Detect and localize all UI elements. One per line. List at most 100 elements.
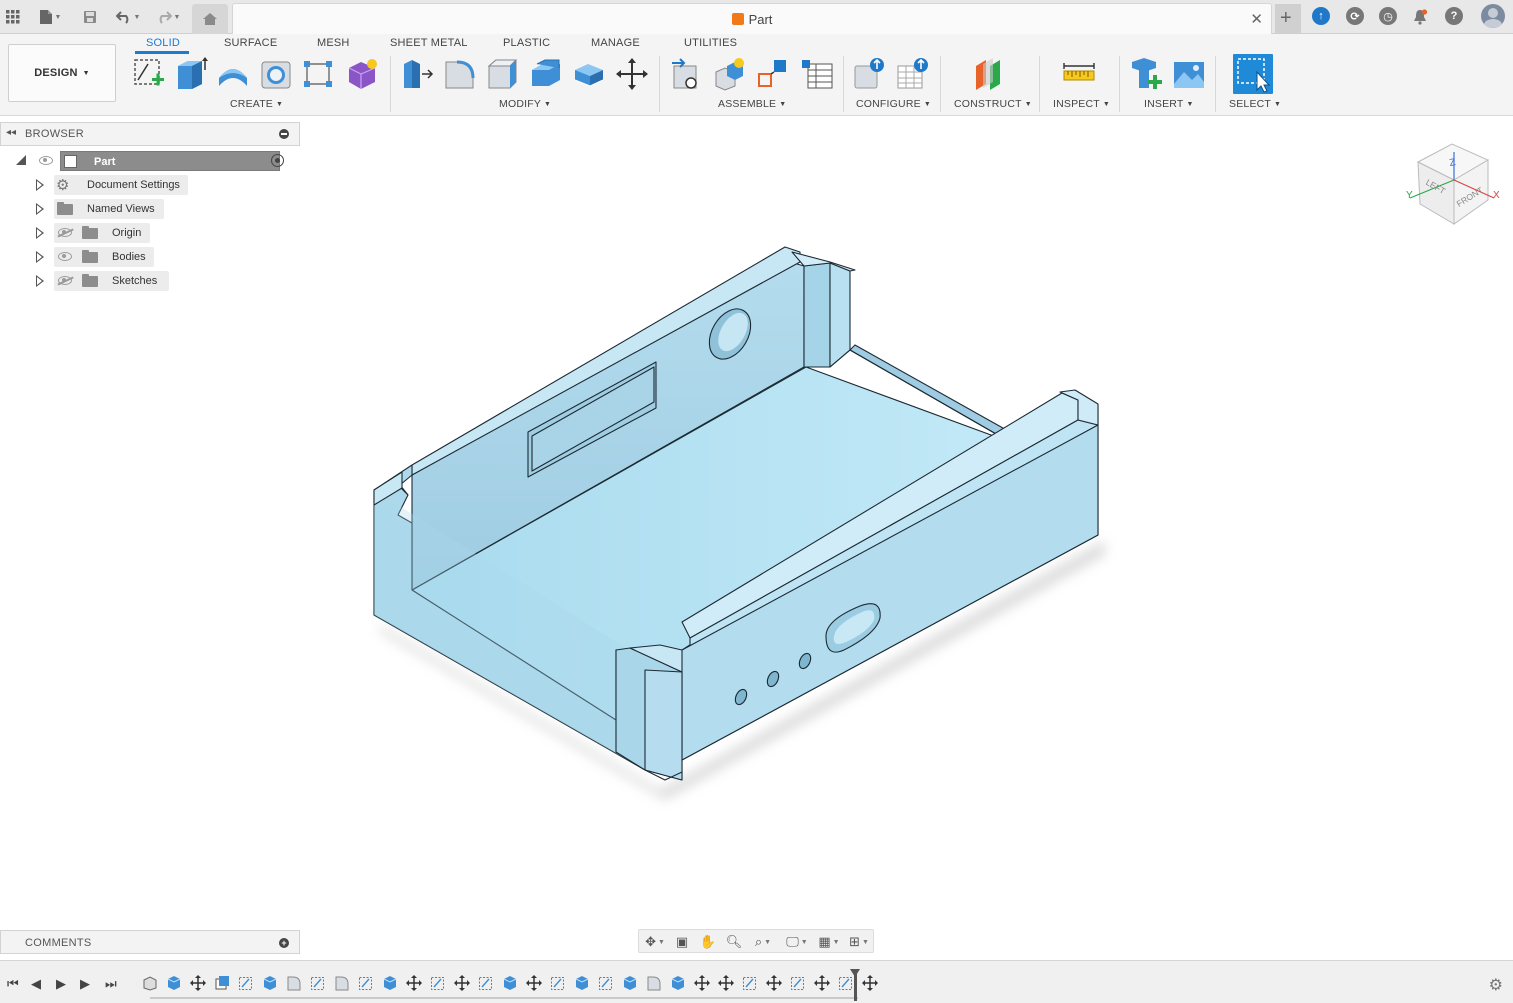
body-feature-icon[interactable] bbox=[502, 975, 518, 991]
configure-menu[interactable]: CONFIGURE ▼ bbox=[856, 98, 931, 110]
step-forward-icon[interactable]: ▶ bbox=[80, 976, 90, 992]
body-feature-icon[interactable] bbox=[262, 975, 278, 991]
sketch-feature-icon[interactable] bbox=[790, 975, 806, 991]
move-feature-icon[interactable] bbox=[766, 975, 782, 991]
help-icon[interactable]: ? bbox=[1445, 7, 1463, 25]
sketch-feature-icon[interactable] bbox=[742, 975, 758, 991]
expanded-triangle-icon[interactable] bbox=[16, 155, 26, 165]
fillet-feature-icon[interactable] bbox=[334, 975, 350, 991]
expand-triangle-icon[interactable] bbox=[36, 227, 44, 239]
extrude-feature-icon[interactable] bbox=[214, 975, 230, 991]
orbit-icon[interactable]: ✥ ▼ bbox=[641, 933, 669, 951]
move-feature-icon[interactable] bbox=[718, 975, 734, 991]
browser-item-document-settings[interactable]: ⚙ Document Settings bbox=[34, 175, 294, 195]
extrude-icon[interactable] bbox=[174, 56, 208, 92]
document-tab[interactable]: Part ✕ bbox=[232, 3, 1272, 34]
insert-menu[interactable]: INSERT ▼ bbox=[1144, 98, 1194, 110]
bill-of-materials-icon[interactable] bbox=[800, 56, 834, 92]
move-feature-icon[interactable] bbox=[406, 975, 422, 991]
file-icon[interactable]: ▼ bbox=[34, 6, 66, 28]
fillet-icon[interactable] bbox=[443, 56, 477, 92]
browser-root-row[interactable]: Part bbox=[14, 151, 294, 171]
move-feature-icon[interactable] bbox=[814, 975, 830, 991]
insert-canvas-icon[interactable] bbox=[1172, 56, 1206, 92]
construct-menu[interactable]: CONSTRUCT ▼ bbox=[954, 98, 1032, 110]
tab-mesh[interactable]: MESH bbox=[317, 37, 350, 49]
zoom-icon[interactable]: 🔍︎ bbox=[723, 933, 745, 951]
sketch-feature-icon[interactable] bbox=[550, 975, 566, 991]
browser-item-named-views[interactable]: Named Views bbox=[34, 199, 294, 219]
sketch-feature-icon[interactable] bbox=[142, 975, 158, 991]
measure-icon[interactable] bbox=[1062, 56, 1096, 92]
sketch-feature-icon[interactable] bbox=[310, 975, 326, 991]
sketch-feature-icon[interactable] bbox=[358, 975, 374, 991]
create-form-icon[interactable] bbox=[345, 56, 379, 92]
move-icon[interactable] bbox=[615, 56, 649, 92]
tab-solid[interactable]: SOLID bbox=[146, 37, 180, 49]
sketch-feature-icon[interactable] bbox=[838, 975, 854, 991]
revolve-icon[interactable] bbox=[216, 56, 250, 92]
play-icon[interactable]: ▶ bbox=[56, 976, 66, 992]
browser-panel-header[interactable]: ◂◂ BROWSER bbox=[0, 122, 300, 146]
move-feature-icon[interactable] bbox=[454, 975, 470, 991]
visibility-eye-icon[interactable] bbox=[58, 252, 72, 261]
joint-icon[interactable] bbox=[713, 56, 747, 92]
browser-item-bodies[interactable]: Bodies bbox=[34, 247, 294, 267]
new-component-icon[interactable] bbox=[670, 56, 704, 92]
body-feature-icon[interactable] bbox=[382, 975, 398, 991]
tab-utilities[interactable]: UTILITIES bbox=[684, 37, 737, 49]
tab-sheet-metal[interactable]: SHEET METAL bbox=[390, 37, 468, 49]
tab-surface[interactable]: SURFACE bbox=[224, 37, 277, 49]
expand-triangle-icon[interactable] bbox=[36, 203, 44, 215]
fillet-feature-icon[interactable] bbox=[646, 975, 662, 991]
tab-manage[interactable]: MANAGE bbox=[591, 37, 640, 49]
skip-to-start-icon[interactable]: ⏮ bbox=[7, 976, 19, 992]
as-built-joint-icon[interactable] bbox=[756, 56, 790, 92]
expand-triangle-icon[interactable] bbox=[36, 275, 44, 287]
timeline-settings-icon[interactable]: ⚙ bbox=[1489, 975, 1503, 995]
sketch-feature-icon[interactable] bbox=[430, 975, 446, 991]
undo-icon[interactable]: ▼ bbox=[112, 6, 144, 28]
3d-model[interactable] bbox=[300, 116, 1513, 960]
canvas-viewport[interactable] bbox=[300, 116, 1513, 960]
combine-icon[interactable] bbox=[572, 56, 606, 92]
save-icon[interactable] bbox=[79, 6, 101, 28]
grid-settings-icon[interactable]: ▦ ▼ bbox=[815, 933, 843, 951]
comments-panel-header[interactable]: COMMENTS + bbox=[0, 930, 300, 954]
pan-hand-icon[interactable]: ✋ bbox=[697, 933, 719, 951]
move-feature-icon[interactable] bbox=[526, 975, 542, 991]
move-feature-icon[interactable] bbox=[862, 975, 878, 991]
body-feature-icon[interactable] bbox=[166, 975, 182, 991]
root-component-node[interactable]: Part bbox=[60, 151, 280, 171]
collapse-panel-icon[interactable]: ◂◂ bbox=[6, 127, 16, 138]
skip-to-end-icon[interactable]: ⏭ bbox=[105, 976, 117, 992]
browser-item-origin[interactable]: Origin bbox=[34, 223, 294, 243]
display-settings-icon[interactable]: 🖵︎ ▼ bbox=[783, 933, 811, 951]
configure-icon[interactable] bbox=[853, 56, 887, 92]
assemble-menu[interactable]: ASSEMBLE ▼ bbox=[718, 98, 786, 110]
body-feature-icon[interactable] bbox=[622, 975, 638, 991]
pattern-icon[interactable] bbox=[301, 56, 335, 92]
browser-item-sketches[interactable]: Sketches bbox=[34, 271, 294, 291]
minimize-panel-icon[interactable] bbox=[279, 129, 289, 139]
create-sketch-icon[interactable] bbox=[132, 56, 166, 92]
select-menu[interactable]: SELECT ▼ bbox=[1229, 98, 1281, 110]
press-pull-icon[interactable] bbox=[400, 56, 434, 92]
sketch-feature-icon[interactable] bbox=[238, 975, 254, 991]
job-status-icon[interactable]: ↑ bbox=[1312, 7, 1330, 25]
step-back-icon[interactable]: ◀ bbox=[31, 976, 41, 992]
activate-radio-icon[interactable] bbox=[271, 154, 284, 167]
extensions-icon[interactable]: ⟳ bbox=[1346, 7, 1364, 25]
view-cube[interactable]: Z Y X LEFT FRONT bbox=[1402, 138, 1506, 234]
offset-plane-icon[interactable] bbox=[972, 56, 1006, 92]
new-tab-button[interactable]: + bbox=[1275, 4, 1301, 34]
chamfer-icon[interactable] bbox=[486, 56, 520, 92]
modify-menu[interactable]: MODIFY ▼ bbox=[499, 98, 551, 110]
configure-table-icon[interactable] bbox=[896, 56, 930, 92]
apps-grid-icon[interactable] bbox=[2, 6, 24, 28]
add-comment-icon[interactable]: + bbox=[279, 938, 289, 948]
expand-triangle-icon[interactable] bbox=[36, 251, 44, 263]
timeline-marker[interactable] bbox=[850, 969, 860, 1001]
create-menu[interactable]: CREATE ▼ bbox=[230, 98, 283, 110]
look-at-icon[interactable]: ▣ bbox=[671, 933, 693, 951]
